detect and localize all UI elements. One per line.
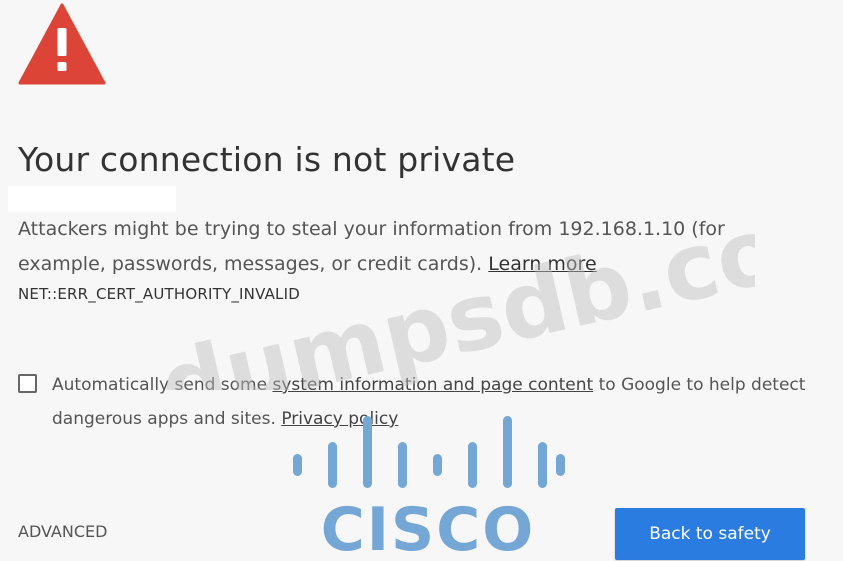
back-to-safety-button[interactable]: Back to safety [615, 508, 805, 560]
interstitial-page: Your connection is not private Attackers… [0, 0, 843, 561]
cisco-logo: CISCO [288, 412, 568, 561]
learn-more-link[interactable]: Learn more [488, 253, 596, 275]
system-info-link[interactable]: system information and page content [272, 375, 593, 395]
page-title: Your connection is not private [18, 140, 516, 179]
warning-description: Attackers might be trying to steal your … [18, 212, 818, 282]
advanced-button[interactable]: ADVANCED [18, 522, 107, 541]
cisco-bars-icon [293, 416, 565, 488]
optin-checkbox[interactable] [18, 374, 37, 393]
error-code: NET::ERR_CERT_AUTHORITY_INVALID [18, 285, 300, 303]
redacted-area [8, 186, 176, 212]
warning-triangle-icon [18, 3, 106, 85]
description-text: Attackers might be trying to steal your … [18, 218, 725, 275]
cisco-wordmark: CISCO [320, 495, 536, 561]
optin-prefix: Automatically send some [52, 375, 273, 395]
